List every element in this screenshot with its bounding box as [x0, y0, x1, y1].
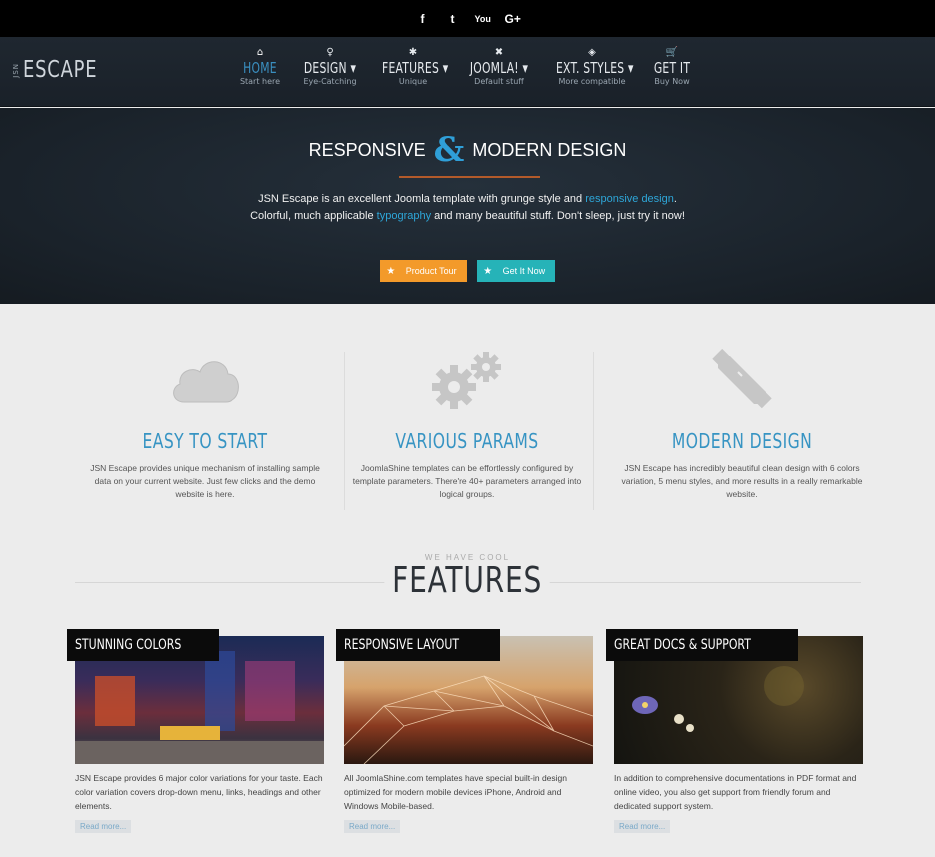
card-stunning-colors: STUNNING COLORS JSN Escape provides 6 ma…: [67, 629, 324, 833]
feature-desc: JSN Escape provides unique mechanism of …: [90, 463, 320, 499]
card-tag: STUNNING COLORS: [67, 629, 220, 661]
divider: [593, 352, 594, 510]
section-heading: FEATURES: [0, 560, 935, 601]
hero-title-word2: MODERN DESIGN: [472, 139, 627, 160]
site-logo[interactable]: JSN ESCAPE: [12, 57, 118, 83]
bulb-icon: ♀: [326, 47, 334, 58]
feature-modern-design: MODERN DESIGN JSN Escape has incredibly …: [617, 345, 867, 501]
card-desc: JSN Escape provides 6 major color variat…: [75, 773, 323, 811]
feature-desc: JoomlaShine templates can be effortlessl…: [352, 463, 582, 499]
joomla-icon: ✖: [494, 47, 504, 58]
star-icon: ★: [483, 265, 493, 277]
facebook-icon[interactable]: f: [415, 12, 431, 26]
nav-label: FEATURES ▾: [382, 59, 449, 77]
get-it-now-button[interactable]: ★ Get It Now: [476, 260, 556, 282]
feature-title: MODERN DESIGN: [671, 429, 813, 453]
nav-item-joomla[interactable]: ✖ JOOMLA! ▾ Default stuff: [456, 47, 542, 86]
gears-icon: [342, 345, 592, 415]
nav-label: GET IT: [653, 59, 691, 77]
twitter-icon[interactable]: t: [445, 12, 461, 26]
feature-title: VARIOUS PARAMS: [395, 429, 539, 453]
nav-item-home[interactable]: ⌂ HOME Start here: [230, 47, 290, 86]
responsive-design-link[interactable]: responsive design: [585, 193, 674, 205]
home-icon: ⌂: [256, 47, 264, 58]
product-tour-button[interactable]: ★ Product Tour: [379, 260, 467, 282]
gear-icon: ✱: [408, 47, 418, 58]
read-more-link[interactable]: Read more...: [75, 820, 132, 833]
card-desc: In addition to comprehensive documentati…: [614, 773, 857, 811]
pencil-ruler-icon: [617, 345, 867, 415]
card-tag-text: STUNNING COLORS: [75, 637, 182, 653]
card-great-docs-support: GREAT DOCS & SUPPORT In addition to comp…: [606, 629, 863, 833]
card-tag: GREAT DOCS & SUPPORT: [606, 629, 798, 661]
nav-item-design[interactable]: ♀ DESIGN ▾ Eye-Catching: [290, 47, 370, 86]
card-desc: All JoomlaShine.com templates have speci…: [344, 773, 568, 811]
logo-name: ESCAPE: [23, 57, 98, 83]
hero-banner: RESPONSIVE & MODERN DESIGN JSN Escape is…: [0, 108, 935, 304]
feature-desc: JSN Escape has incredibly beautiful clea…: [621, 463, 863, 499]
hero-text-part: and many beautiful stuff. Don't sleep, j…: [431, 210, 685, 222]
main-nav: ⌂ HOME Start here ♀ DESIGN ▾ Eye-Catchin…: [230, 47, 702, 86]
nav-item-ext-styles[interactable]: ◈ EXT. STYLES ▾ More compatible: [542, 47, 642, 86]
get-it-now-label: Get It Now: [502, 266, 546, 276]
product-tour-label: Product Tour: [405, 266, 457, 276]
nav-sub: Start here: [239, 77, 281, 86]
feature-title: EASY TO START: [142, 429, 268, 453]
feature-various-params: VARIOUS PARAMS JoomlaShine templates can…: [342, 345, 592, 501]
nav-sub: Unique: [398, 77, 428, 86]
hero-ampersand: &: [433, 130, 465, 170]
googleplus-icon[interactable]: G+: [505, 12, 521, 26]
star-icon: ★: [386, 265, 396, 277]
hero-divider: [399, 176, 540, 178]
header: JSN ESCAPE ⌂ HOME Start here ♀ DESIGN ▾ …: [0, 37, 935, 107]
nav-label: DESIGN ▾: [303, 59, 357, 77]
hero-title-word1: RESPONSIVE: [308, 139, 426, 160]
nav-sub: More compatible: [558, 77, 626, 86]
feature-easy-to-start: EASY TO START JSN Escape provides unique…: [80, 345, 330, 501]
nav-label: HOME: [243, 59, 277, 77]
logo-prefix: JSN: [12, 62, 20, 78]
cloud-icon: [80, 345, 330, 415]
hero-buttons: ★ Product Tour ★ Get It Now: [0, 260, 935, 282]
read-more-link[interactable]: Read more...: [614, 820, 671, 833]
read-more-link[interactable]: Read more...: [344, 820, 401, 833]
hero-text-part: JSN Escape is an excellent Joomla templa…: [258, 193, 586, 205]
nav-item-get-it[interactable]: 🛒 GET IT Buy Now: [642, 47, 702, 86]
nav-label: JOOMLA! ▾: [469, 59, 529, 77]
nav-label: EXT. STYLES ▾: [556, 59, 634, 77]
cube-icon: ◈: [588, 47, 596, 58]
card-tag-text: RESPONSIVE LAYOUT: [344, 637, 460, 653]
nav-sub: Eye-Catching: [303, 77, 357, 86]
section-heading-text: FEATURES: [384, 560, 551, 601]
nav-sub: Default stuff: [474, 77, 524, 86]
youtube-icon[interactable]: You: [475, 14, 491, 24]
nav-item-features[interactable]: ✱ FEATURES ▾ Unique: [370, 47, 456, 86]
typography-link[interactable]: typography: [377, 210, 431, 222]
social-bar: f t You G+: [0, 0, 935, 37]
nav-sub: Buy Now: [654, 77, 690, 86]
card-responsive-layout: RESPONSIVE LAYOUT All JoomlaShine.com te…: [336, 629, 593, 833]
hero-title: RESPONSIVE & MODERN DESIGN: [0, 130, 935, 170]
cart-icon: 🛒: [665, 47, 679, 58]
card-tag-text: GREAT DOCS & SUPPORT: [614, 637, 751, 653]
hero-description: JSN Escape is an excellent Joomla templa…: [240, 191, 695, 225]
card-tag: RESPONSIVE LAYOUT: [336, 629, 500, 661]
